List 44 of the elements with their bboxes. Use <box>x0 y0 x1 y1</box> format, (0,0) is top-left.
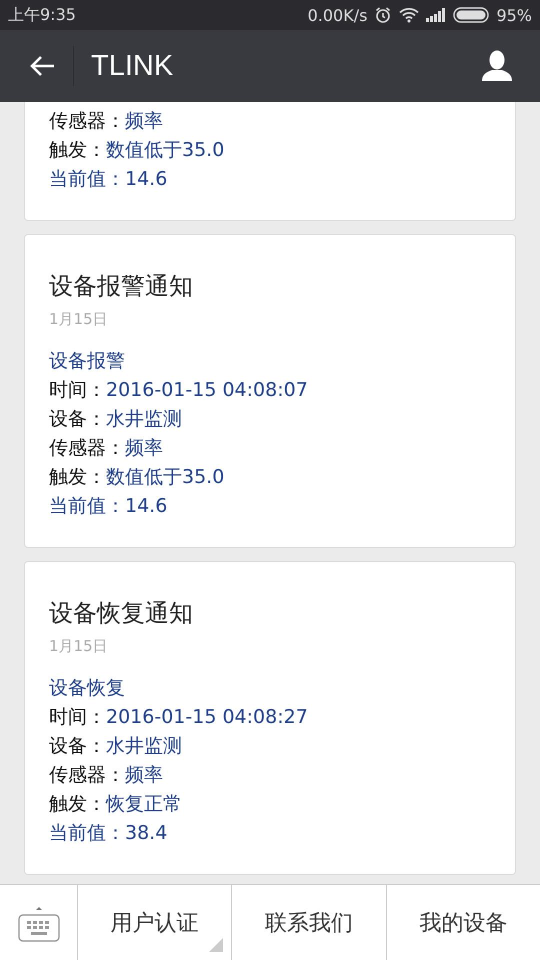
current-value-label: 当前值： <box>49 168 125 190</box>
status-time: 上午9:35 <box>8 4 76 26</box>
card-date: 1月15日 <box>49 636 109 657</box>
field-label: 时间： <box>49 379 106 401</box>
field-value: 频率 <box>125 110 163 132</box>
battery-icon <box>453 7 490 23</box>
field-label: 触发： <box>49 793 106 815</box>
event-type: 设备报警 <box>49 349 126 374</box>
event-type: 设备恢复 <box>49 676 126 701</box>
card-title: 设备报警通知 <box>49 271 194 302</box>
field-value: 2016-01-15 04:08:27 <box>106 706 308 728</box>
back-arrow-icon <box>28 55 54 77</box>
field-value: 水井监测 <box>106 408 182 430</box>
field-label: 传感器： <box>49 110 125 132</box>
field-label: 设备： <box>49 408 106 430</box>
signal-icon <box>426 8 446 22</box>
current-value: 14.6 <box>125 168 168 190</box>
current-value-label: 当前值： <box>49 495 125 517</box>
user-icon <box>480 50 514 82</box>
field-value: 2016-01-15 04:08:07 <box>106 379 308 401</box>
profile-button[interactable] <box>480 50 514 82</box>
card-title: 设备恢复通知 <box>49 598 194 629</box>
field-value: 水井监测 <box>106 735 182 757</box>
page-title: TLINK <box>91 50 174 82</box>
field-value: 恢复正常 <box>106 793 182 815</box>
field-value: 频率 <box>125 437 163 459</box>
alarm-clock-icon <box>374 6 392 24</box>
card-date: 1月15日 <box>49 309 109 330</box>
field-value: 数值低于35.0 <box>106 466 224 488</box>
field-value: 数值低于35.0 <box>106 139 224 161</box>
field-label: 传感器： <box>49 437 125 459</box>
field-label: 触发： <box>49 466 106 488</box>
field-label: 设备： <box>49 735 106 757</box>
field-label: 触发： <box>49 139 106 161</box>
field-value: 频率 <box>125 764 163 786</box>
network-speed: 0.00K/s <box>308 6 368 24</box>
battery-percent: 95% <box>496 6 532 24</box>
current-value: 38.4 <box>125 822 168 844</box>
field-label: 传感器： <box>49 764 125 786</box>
field-label: 时间： <box>49 706 106 728</box>
current-value-label: 当前值： <box>49 822 125 844</box>
submenu-corner-icon <box>209 938 224 952</box>
wifi-icon <box>399 7 420 23</box>
current-value: 14.6 <box>125 495 168 517</box>
